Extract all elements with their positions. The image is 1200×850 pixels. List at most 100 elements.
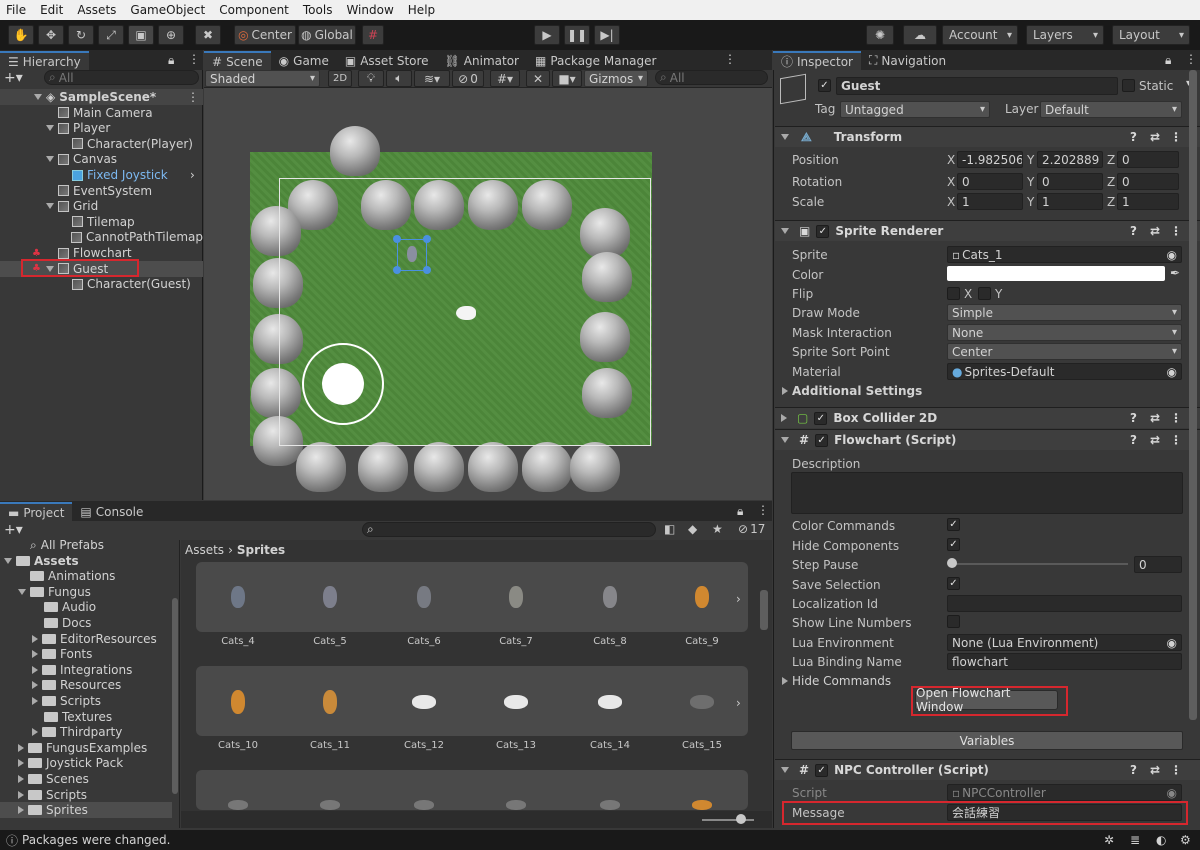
preset-icon[interactable]: ⇄ [1150,224,1160,238]
asset-label[interactable]: Cats_8 [580,636,640,647]
scale-x-field[interactable]: 1 [957,193,1023,210]
rotate-tool-button[interactable]: ↻ [68,25,94,45]
move-tool-button[interactable]: ✥ [38,25,64,45]
chevron-right-icon[interactable] [32,634,38,643]
cache-icon[interactable]: ≣ [1130,833,1140,847]
filter-type-icon[interactable]: ◧ [664,522,675,536]
step-button[interactable]: ▶| [594,25,620,45]
step-pause-slider-handle[interactable] [947,558,957,568]
breadcrumb-sprites[interactable]: Sprites [237,543,285,557]
hierarchy-item[interactable]: EventSystem [0,183,203,199]
layers-dropdown[interactable]: Layers ▾ [1026,25,1104,45]
flowchart-header[interactable]: # ✓ Flowchart (Script) ? ⇄ ⋮ [775,429,1200,450]
cat-sprite-thumbnail[interactable] [692,800,712,810]
progress-icon[interactable]: ◐ [1156,833,1166,847]
folder-tree-item[interactable]: Audio [0,599,172,615]
npc-controller-header[interactable]: # ✓ NPC Controller (Script) ? ⇄ ⋮ [775,759,1200,780]
resize-handle[interactable] [393,235,401,243]
open-flowchart-window-button[interactable]: Open Flowchart Window [915,686,1058,714]
tag-icon[interactable]: ◆ [688,522,697,536]
hierarchy-item[interactable]: Main Camera [0,105,203,121]
services-button[interactable]: ✺ [866,25,894,45]
cat-sprite-thumbnail[interactable] [323,586,337,608]
hierarchy-item[interactable]: Fixed Joystick › [0,167,203,183]
cat-sprite-thumbnail[interactable] [412,695,436,709]
menu-gameobject[interactable]: GameObject [124,3,213,17]
cat-sprite-thumbnail[interactable] [228,800,248,810]
hierarchy-item[interactable]: Tilemap [0,214,203,230]
grid-dropdown[interactable]: #▾ [490,70,520,87]
joystick-handle[interactable] [322,363,364,405]
lock-icon[interactable]: 🔒︎ [1165,53,1171,68]
status-message[interactable]: Packages were changed. [22,833,170,847]
localization-id-field[interactable] [947,595,1182,612]
hide-components-checkbox[interactable]: ✓ [947,538,960,551]
pivot-center-button[interactable]: ◎ Center [234,25,296,45]
resize-handle[interactable] [423,266,431,274]
asset-label[interactable]: Cats_6 [394,636,454,647]
hierarchy-item[interactable]: Flowchart ♣ [0,245,203,261]
description-textarea[interactable] [791,472,1183,514]
layer-dropdown[interactable]: Default [1040,101,1182,118]
tab-asset-store[interactable]: ▣ Asset Store [337,51,437,70]
folder-tree-item[interactable]: Animations [0,568,172,584]
flowchart-enabled-checkbox[interactable]: ✓ [815,433,829,447]
object-name-field[interactable]: Guest [836,77,1118,95]
help-icon[interactable]: ? [1130,763,1137,777]
menu-tools[interactable]: Tools [297,3,341,17]
cat-sprite-thumbnail[interactable] [690,695,714,709]
box-collider-enabled-checkbox[interactable]: ✓ [814,411,828,425]
mask-interaction-dropdown[interactable]: None [947,324,1182,341]
save-selection-checkbox[interactable]: ✓ [947,577,960,590]
debug-icon[interactable]: ✲ [1104,833,1114,847]
position-x-field[interactable]: -1.982506 [957,151,1023,168]
asset-label[interactable]: Cats_14 [580,740,640,751]
hierarchy-item[interactable]: ◈ SampleScene* ⋮ [0,89,203,105]
folder-tree-item[interactable]: Thirdparty [0,724,172,740]
lighting-toggle-button[interactable]: 💡︎ [358,70,384,87]
menu-edit[interactable]: Edit [34,3,71,17]
gizmos-dropdown[interactable]: Gizmos [584,70,648,87]
hand-tool-button[interactable]: ✋ [8,25,34,45]
rotation-x-field[interactable]: 0 [957,173,1023,190]
lua-binding-name-field[interactable]: flowchart [947,653,1182,670]
chevron-right-icon[interactable]: › [736,592,741,606]
preset-icon[interactable]: ⇄ [1150,433,1160,447]
folder-tree-item[interactable]: Scenes [0,771,172,787]
play-button[interactable]: ▶ [534,25,560,45]
sprite-renderer-header[interactable]: ▣ ✓ Sprite Renderer ? ⇄ ⋮ [775,220,1200,241]
more-menu-icon[interactable]: ⋮ [724,52,736,66]
draw-mode-dropdown[interactable]: Simple [947,304,1182,321]
box-collider-header[interactable]: ▢ ✓ Box Collider 2D ? ⇄ ⋮ [775,407,1200,428]
hierarchy-search-input[interactable]: ⌕ All [44,70,199,85]
message-field[interactable]: 会話練習 [947,804,1182,821]
chevron-right-icon[interactable] [32,665,38,674]
more-menu-icon[interactable]: ⋮ [187,90,199,104]
folder-tree-item[interactable]: Scripts [0,787,172,803]
more-menu-icon[interactable]: ⋮ [1170,763,1182,777]
eyedropper-icon[interactable]: ✒ [1170,266,1180,280]
transform-header[interactable]: ⟁ Transform ? ⇄ ⋮ [775,126,1200,147]
lock-icon[interactable]: 🔒︎ [737,504,743,519]
active-checkbox[interactable]: ✓ [818,79,831,92]
target-icon[interactable]: ◉ [1167,248,1177,262]
add-icon[interactable]: +▾ [4,70,23,86]
rotation-y-field[interactable]: 0 [1037,173,1103,190]
cat-sprite-thumbnail[interactable] [695,586,709,608]
chevron-down-icon[interactable] [4,557,12,564]
npc-enabled-checkbox[interactable]: ✓ [815,763,829,777]
cloud-button[interactable]: ☁ [903,25,937,45]
tag-dropdown[interactable]: Untagged [840,101,990,118]
chevron-right-icon[interactable] [32,697,38,705]
material-object-field[interactable]: ● Sprites-Default ◉ [947,363,1182,380]
chevron-right-icon[interactable] [32,650,38,659]
lua-environment-field[interactable]: None (Lua Environment) ◉ [947,634,1182,651]
2d-toggle-button[interactable]: 2D [328,70,352,87]
cat-sprite-thumbnail[interactable] [504,695,528,709]
static-checkbox[interactable] [1122,79,1135,92]
folder-tree-item[interactable]: Fungus [0,584,172,600]
asset-label[interactable]: Cats_5 [300,636,360,647]
cat-sprite-thumbnail[interactable] [231,586,245,608]
resize-handle[interactable] [423,235,431,243]
help-icon[interactable]: ? [1130,130,1137,144]
